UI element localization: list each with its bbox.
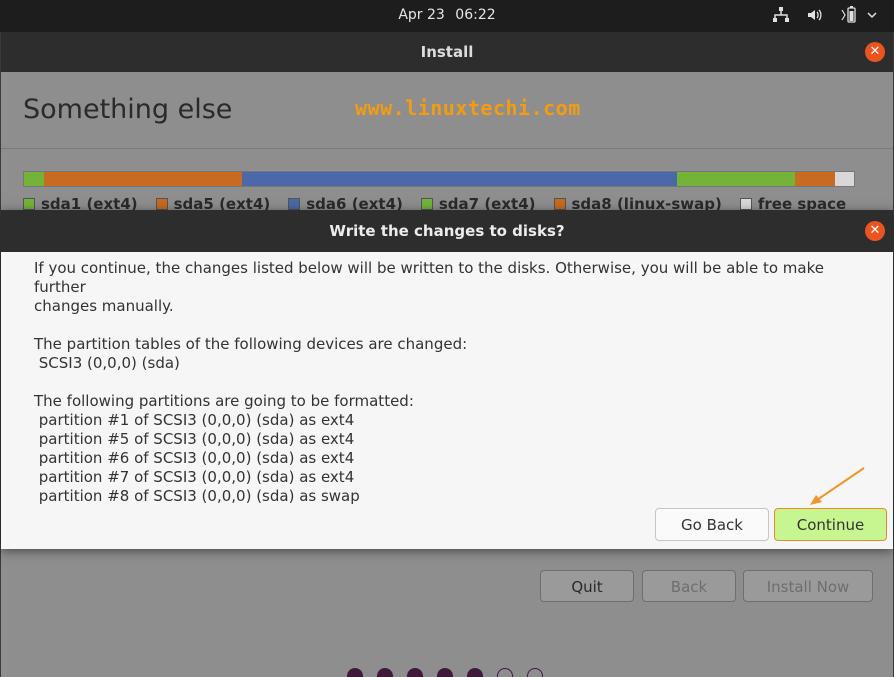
back-button[interactable]: Back (642, 570, 736, 602)
device-label: SCSI3 (0,0,0) (sda) (34, 354, 180, 372)
window-close-button[interactable]: ✕ (865, 42, 885, 62)
dialog-title: Write the changes to disks? (1, 210, 893, 252)
partition-item: partition #5 of SCSI3 (0,0,0) (sda) as e… (34, 430, 355, 448)
partition-segment-sda5 (44, 172, 242, 186)
step-dot (437, 668, 453, 677)
partition-item: partition #7 of SCSI3 (0,0,0) (sda) as e… (34, 468, 355, 486)
intro-text: changes manually. (34, 297, 174, 315)
volume-icon[interactable] (806, 6, 824, 29)
step-indicator (347, 668, 543, 677)
close-icon: ✕ (869, 44, 881, 59)
format-heading: The following partitions are going to be… (34, 392, 414, 410)
partition-segment-sda7 (676, 172, 796, 186)
clock[interactable]: Apr 23 06:22 (0, 7, 894, 23)
write-changes-dialog: Write the changes to disks? ✕ If you con… (1, 210, 893, 549)
window-title: Install (1, 32, 893, 72)
partition-segment-sda8 (795, 172, 836, 186)
tables-heading: The partition tables of the following de… (34, 335, 468, 353)
step-dot (497, 668, 513, 677)
partition-item: partition #6 of SCSI3 (0,0,0) (sda) as e… (34, 449, 355, 467)
time-label: 06:22 (455, 7, 496, 23)
partition-segment-sda6 (241, 172, 677, 186)
dialog-close-button[interactable]: ✕ (865, 221, 885, 241)
network-icon[interactable] (772, 6, 790, 29)
legend-swatch (288, 198, 301, 210)
go-back-button[interactable]: Go Back (655, 508, 769, 541)
partition-bar (23, 171, 855, 187)
top-bar: Apr 23 06:22 (0, 0, 894, 32)
annotation-arrow (810, 467, 865, 505)
step-dot (407, 668, 423, 677)
page-heading: Something else (23, 94, 233, 125)
step-dot (347, 668, 363, 677)
step-dot (467, 668, 483, 677)
close-icon: ✕ (869, 223, 881, 238)
intro-text: If you continue, the changes listed belo… (34, 259, 824, 296)
watermark: www.linuxtechi.com (355, 96, 581, 120)
divider (1, 148, 893, 149)
legend-swatch (23, 198, 35, 210)
chevron-down-icon[interactable] (866, 6, 878, 29)
legend-swatch (155, 198, 168, 210)
partition-item: partition #1 of SCSI3 (0,0,0) (sda) as e… (34, 411, 355, 429)
battery-icon[interactable] (840, 6, 860, 29)
partition-segment-free (835, 172, 854, 186)
legend-swatch (553, 198, 566, 210)
partition-item: partition #8 of SCSI3 (0,0,0) (sda) as s… (34, 487, 360, 505)
continue-button[interactable]: Continue (774, 508, 887, 541)
step-dot (377, 668, 393, 677)
legend-swatch (739, 198, 752, 210)
quit-button[interactable]: Quit (540, 570, 634, 602)
dialog-body: If you continue, the changes listed belo… (34, 259, 874, 506)
date-label: Apr 23 (398, 7, 445, 23)
legend-swatch (420, 198, 433, 210)
install-now-button[interactable]: Install Now (743, 570, 873, 602)
partition-segment-sda1 (24, 172, 45, 186)
step-dot (527, 668, 543, 677)
